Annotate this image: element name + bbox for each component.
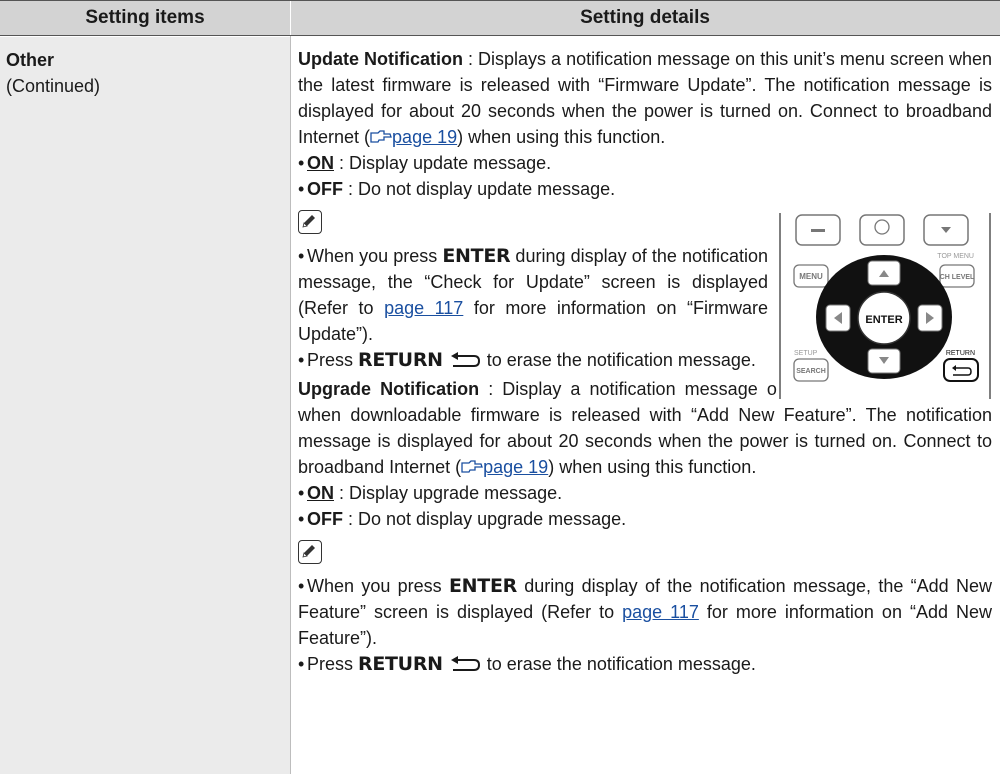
on-desc: : Display upgrade message.	[334, 483, 563, 503]
return-key-label: RETURN	[358, 653, 443, 675]
svg-text:ENTER: ENTER	[865, 314, 902, 326]
return-icon	[448, 349, 482, 375]
svg-text:TOP MENU: TOP MENU	[937, 253, 974, 260]
pencil-note-icon	[298, 540, 322, 564]
upgrade-option-off: • OFF : Do not display upgrade message.	[298, 509, 627, 529]
reference-icon	[370, 127, 392, 147]
note-return: • Press RETURN to erase the notification …	[298, 347, 768, 375]
upgrade-option-on: • ON : Display upgrade message.	[298, 483, 563, 503]
header-setting-details: Setting details	[580, 7, 710, 28]
enter-key-label: ENTER	[449, 575, 517, 597]
return-icon	[448, 653, 482, 679]
upgrade-desc-text-end: ) when using this function.	[548, 457, 757, 477]
table-header: Setting items Setting details	[0, 0, 1000, 36]
on-key: ON	[307, 153, 334, 173]
update-desc-text-end: ) when using this function.	[457, 127, 666, 147]
on-desc: : Display update message.	[334, 153, 552, 173]
setting-items-column: Other (Continued)	[0, 37, 290, 774]
setting-details-column: Update Notification : Displays a notific…	[298, 46, 992, 679]
reference-icon	[461, 457, 484, 477]
enter-key-label: ENTER	[442, 245, 511, 267]
page-117-link[interactable]: page 117	[384, 298, 463, 318]
off-key: OFF	[307, 179, 343, 199]
svg-text:MENU: MENU	[799, 272, 823, 281]
header-setting-items: Setting items	[85, 7, 205, 28]
page-19-link[interactable]: page 19	[392, 127, 457, 147]
svg-text:SETUP: SETUP	[794, 350, 818, 357]
item-name: Other	[6, 50, 55, 70]
svg-text:CH LEVEL: CH LEVEL	[940, 274, 975, 281]
update-option-off: • OFF : Do not display update message.	[298, 179, 616, 199]
off-key: OFF	[307, 509, 343, 529]
settings-table: Setting items Setting details Other (Con…	[0, 0, 1000, 774]
pencil-note-icon	[298, 210, 322, 234]
return-key-label: RETURN	[358, 349, 443, 371]
note-enter: • When you press ENTER during display of …	[298, 245, 768, 344]
off-desc: : Do not display update message.	[343, 179, 616, 199]
on-key: ON	[307, 483, 334, 503]
setting-item: Other (Continued)	[6, 47, 100, 99]
upgrade-note-return: • Press RETURN to erase the notification …	[298, 651, 992, 679]
svg-text:SEARCH: SEARCH	[796, 368, 826, 375]
svg-text:RETURN: RETURN	[946, 350, 975, 357]
update-notes: • When you press ENTER during display of …	[298, 213, 992, 399]
update-notification-desc: Update Notification : Displays a notific…	[298, 46, 992, 150]
remote-control-illustration: TOP MENU MENU CH LEVEL ENTER SETUP SEARC…	[778, 213, 992, 399]
upgrade-term: Upgrade Notification	[298, 379, 480, 399]
off-desc: : Do not display upgrade message.	[343, 509, 627, 529]
update-option-on: • ON : Display update message.	[298, 153, 552, 173]
item-continued: (Continued)	[6, 76, 101, 96]
upgrade-note-enter: • When you press ENTER during display of …	[298, 575, 992, 648]
page-19-link[interactable]: page 19	[483, 457, 548, 477]
page-117-link[interactable]: page 117	[622, 602, 699, 622]
column-divider	[290, 36, 291, 774]
update-term: Update Notification	[298, 49, 464, 69]
